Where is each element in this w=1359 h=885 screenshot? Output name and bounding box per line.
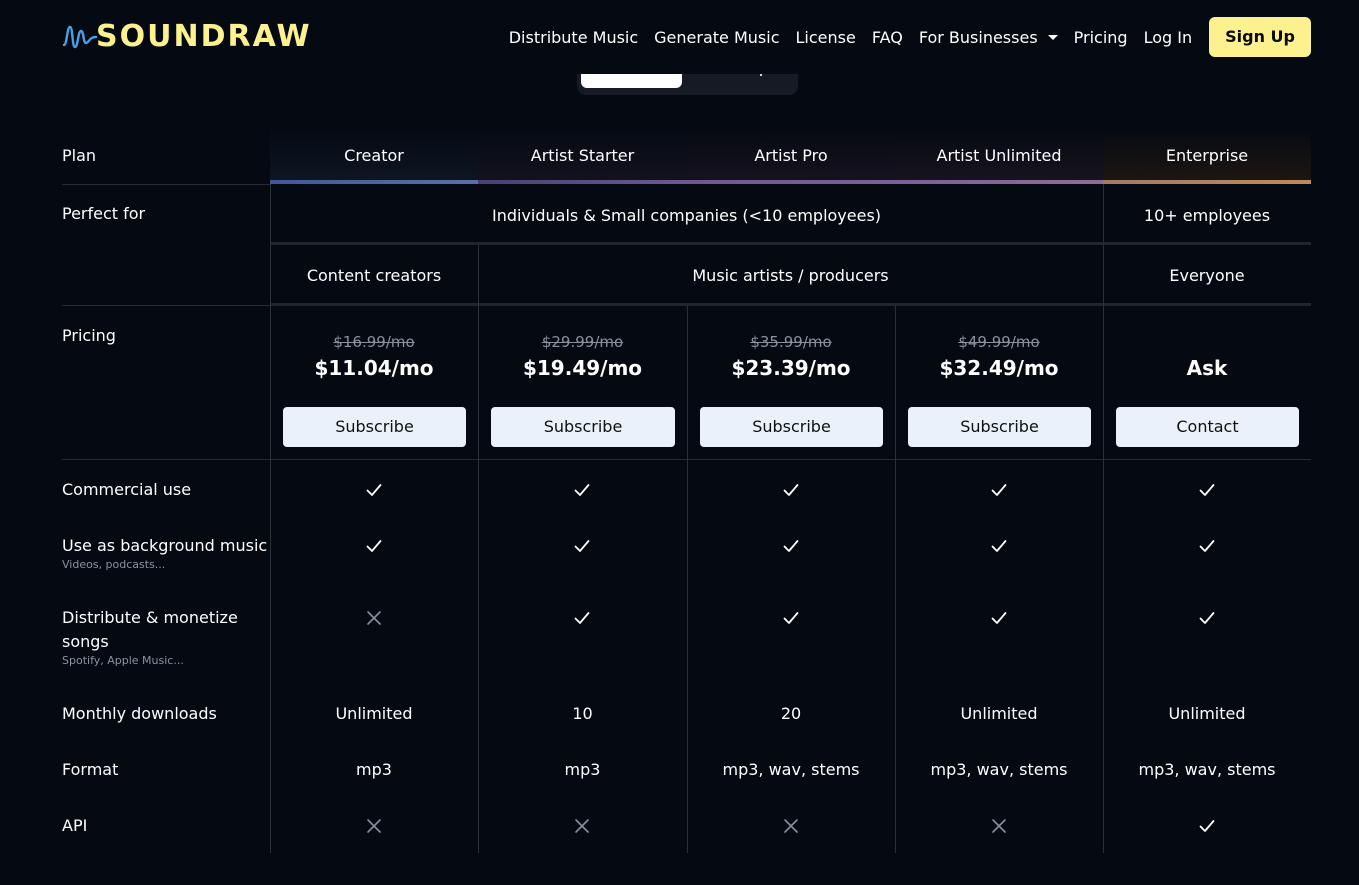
plan-accent-bar-artist-unlimited (895, 180, 1103, 184)
downloads-artist-starter: 10 (572, 704, 593, 723)
cross-icon (365, 609, 383, 627)
price-artist-starter: $19.49/mo (522, 356, 643, 380)
check-icon (573, 609, 591, 627)
cross-icon (573, 817, 591, 835)
plan-header-artist-pro: Artist Pro (687, 128, 895, 184)
site-header: SOUNDRAW Distribute Music Generate Music… (0, 0, 1359, 74)
row-label-commercial-use: Commercial use (62, 480, 192, 499)
check-icon (573, 481, 591, 499)
original-price-creator: $16.99/mo (333, 333, 415, 351)
nav-for-businesses-label: For Businesses (918, 27, 1038, 47)
row-label-format: Format (62, 760, 119, 779)
row-label-background-music: Use as background music (62, 536, 268, 555)
divider (62, 184, 270, 185)
nav-distribute-music[interactable]: Distribute Music (509, 28, 638, 47)
check-icon (573, 537, 591, 555)
price-creator: $11.04/mo (314, 356, 434, 380)
check-icon (990, 481, 1008, 499)
nav-generate-music[interactable]: Generate Music (654, 28, 779, 47)
cross-icon (990, 817, 1008, 835)
format-enterprise: mp3, wav, stems (1138, 760, 1276, 779)
row-label-distribute-line2: songs (62, 632, 109, 651)
original-price-artist-starter: $29.99/mo (541, 333, 624, 351)
pricing-page: SOUNDRAW Distribute Music Generate Music… (0, 0, 1359, 885)
nav-faq[interactable]: FAQ (872, 28, 903, 47)
original-price-artist-unlimited: $49.99/mo (958, 333, 1040, 351)
check-icon (1198, 609, 1216, 627)
caret-down-icon (1047, 34, 1058, 40)
perfect-for-everyone: Everyone (1169, 266, 1245, 285)
cross-icon (365, 817, 383, 835)
plan-header-artist-unlimited: Artist Unlimited (895, 128, 1103, 184)
subscribe-button-creator[interactable]: Subscribe (283, 407, 466, 447)
check-icon (782, 609, 800, 627)
plan-header-enterprise: Enterprise (1103, 128, 1311, 184)
format-artist-pro: mp3, wav, stems (722, 760, 860, 779)
divider (270, 303, 1311, 306)
perfect-for-content-creators: Content creators (306, 266, 442, 285)
waveform-logo-icon (62, 25, 98, 49)
nav-log-in[interactable]: Log In (1144, 28, 1193, 47)
check-icon (365, 537, 383, 555)
downloads-creator: Unlimited (335, 704, 413, 723)
downloads-artist-unlimited: Unlimited (960, 704, 1038, 723)
perfect-for-small-companies: Individuals & Small companies (<10 emplo… (491, 206, 882, 225)
row-label-distribute-line1: Distribute & monetize (62, 608, 238, 627)
sign-up-button[interactable]: Sign Up (1209, 17, 1311, 57)
check-icon (365, 481, 383, 499)
plan-accent-bar-artist-starter (478, 180, 687, 184)
original-price-artist-pro: $35.99/mo (750, 333, 832, 351)
divider (270, 242, 1311, 245)
check-icon (1198, 481, 1216, 499)
plan-header-artist-starter: Artist Starter (478, 128, 687, 184)
brand-name: SOUNDRAW (96, 18, 312, 54)
check-icon (782, 481, 800, 499)
check-icon (1198, 537, 1216, 555)
perfect-for-large-companies: 10+ employees (1143, 206, 1271, 225)
main-nav: Distribute Music Generate Music License … (509, 17, 1311, 57)
nav-pricing[interactable]: Pricing (1074, 28, 1128, 47)
nav-for-businesses[interactable]: For Businesses (919, 28, 1058, 47)
check-icon (782, 537, 800, 555)
downloads-artist-pro: 20 (780, 704, 802, 723)
check-icon (990, 537, 1008, 555)
contact-button-enterprise[interactable]: Contact (1116, 407, 1299, 447)
row-label-perfect-for: Perfect for (62, 204, 146, 223)
plan-header-creator: Creator (270, 128, 478, 184)
subscribe-button-artist-pro[interactable]: Subscribe (700, 407, 883, 447)
row-sublabel-background-music: Videos, podcasts... (62, 558, 166, 571)
row-sublabel-distribute: Spotify, Apple Music... (62, 654, 184, 667)
divider (62, 305, 270, 306)
check-icon (1198, 817, 1216, 835)
format-creator: mp3 (356, 760, 392, 779)
check-icon (990, 609, 1008, 627)
row-label-plan: Plan (62, 146, 97, 165)
plan-accent-bar-enterprise (1103, 180, 1311, 184)
row-label-api: API (62, 816, 88, 835)
downloads-enterprise: Unlimited (1168, 704, 1246, 723)
price-artist-unlimited: $32.49/mo (939, 356, 1059, 380)
brand-logo[interactable]: SOUNDRAW (62, 18, 312, 54)
cross-icon (782, 817, 800, 835)
format-artist-unlimited: mp3, wav, stems (930, 760, 1068, 779)
nav-license[interactable]: License (796, 28, 856, 47)
subscribe-button-artist-unlimited[interactable]: Subscribe (908, 407, 1091, 447)
subscribe-button-artist-starter[interactable]: Subscribe (491, 407, 675, 447)
price-artist-pro: $23.39/mo (731, 356, 851, 380)
row-label-monthly-downloads: Monthly downloads (62, 704, 217, 723)
format-artist-starter: mp3 (564, 760, 601, 779)
perfect-for-music-artists: Music artists / producers (692, 266, 889, 285)
row-label-pricing: Pricing (62, 326, 116, 345)
plan-accent-bar-artist-pro (687, 180, 895, 184)
plan-accent-bar-creator (270, 180, 478, 184)
price-enterprise: Ask (1186, 356, 1228, 380)
